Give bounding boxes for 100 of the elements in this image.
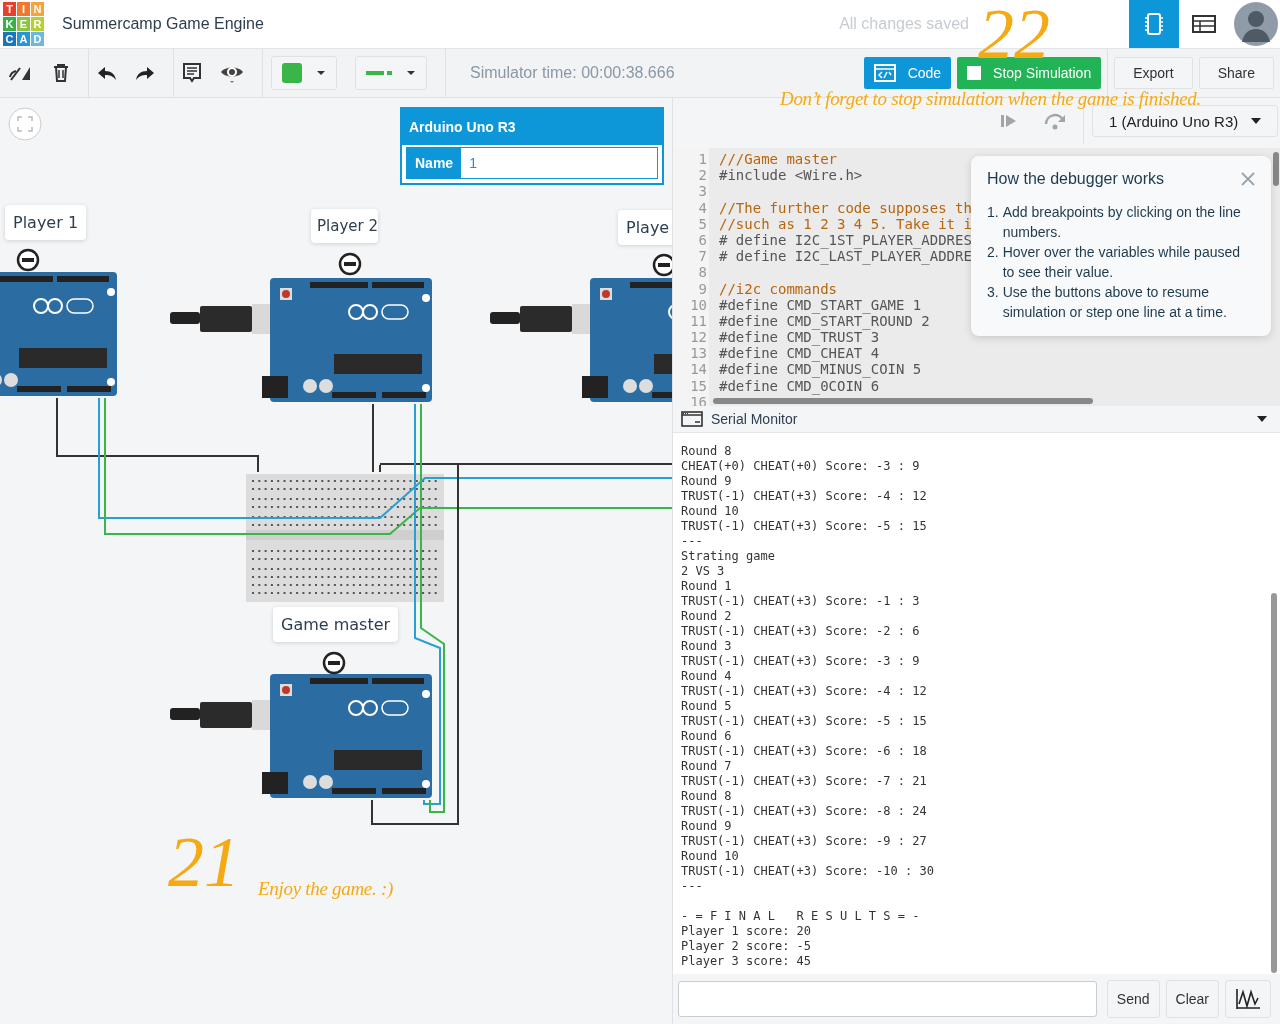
code-comment: ///Game master xyxy=(719,151,837,167)
code-line: #include <Wire.h> xyxy=(719,167,863,184)
serial-line: TRUST(-1) CHEAT(+3) Score: -3 : 9 xyxy=(681,654,921,669)
serial-line: TRUST(-1) CHEAT(+3) Score: -9 : 27 xyxy=(681,834,928,849)
export-button[interactable]: Export xyxy=(1114,57,1193,89)
line-number[interactable]: 7 xyxy=(673,248,709,265)
serial-line: Round 10 xyxy=(681,849,740,864)
serial-line: Strating game xyxy=(681,549,776,564)
logo-letter: N xyxy=(31,2,44,16)
clear-button[interactable]: Clear xyxy=(1165,980,1219,1018)
line-number[interactable]: 4 xyxy=(673,199,709,216)
graph-button[interactable] xyxy=(1225,980,1271,1018)
serial-line: Player 2 score: -5 xyxy=(681,939,813,954)
logo-letter: A xyxy=(17,32,30,46)
serial-line: Round 3 xyxy=(681,639,733,654)
share-button[interactable]: Share xyxy=(1198,57,1274,89)
line-number[interactable]: 15 xyxy=(673,377,709,394)
avatar-icon[interactable] xyxy=(1234,2,1278,46)
line-number[interactable]: 13 xyxy=(673,345,709,362)
serial-line: --- xyxy=(681,879,704,894)
serial-line: Round 4 xyxy=(681,669,733,684)
logo-letter: D xyxy=(31,32,44,46)
line-number[interactable]: 10 xyxy=(673,296,709,313)
code-comment: //i2c commands xyxy=(719,280,837,297)
board-label: Game master xyxy=(273,607,399,642)
wire-style-icon xyxy=(366,70,392,76)
logo-letter: R xyxy=(31,17,44,31)
help-step: Use the buttons above to resume simulation or step one line at a time. xyxy=(1002,282,1255,322)
step-number: 2. xyxy=(987,243,999,262)
line-number[interactable]: 12 xyxy=(673,329,709,346)
serial-line: Round 9 xyxy=(681,819,733,834)
line-number[interactable]: 5 xyxy=(673,215,709,232)
redo-icon[interactable] xyxy=(135,65,155,81)
code-comment: //such as 1 2 3 4 5. Take it i xyxy=(719,215,972,232)
serial-line: TRUST(-1) CHEAT(+3) Score: -5 : 15 xyxy=(681,519,928,534)
code-line: #define CMD_MINUS_COIN 5 xyxy=(719,361,922,378)
serial-line: TRUST(-1) CHEAT(+3) Score: -1 : 3 xyxy=(681,594,921,609)
name-field[interactable]: Name 1 xyxy=(406,147,658,179)
board-label: Player 2 xyxy=(311,209,378,243)
caret-icon[interactable] xyxy=(1257,416,1267,422)
notes-icon[interactable] xyxy=(182,62,202,84)
serial-line: TRUST(-1) CHEAT(+3) Score: -4 : 12 xyxy=(681,684,928,699)
serial-line: TRUST(-1) CHEAT(+3) Score: -7 : 21 xyxy=(681,774,928,789)
line-number[interactable]: 8 xyxy=(673,264,709,281)
line-number[interactable]: 3 xyxy=(673,183,709,200)
send-button[interactable]: Send xyxy=(1106,980,1160,1018)
stop-icon xyxy=(967,66,982,80)
serial-input-field[interactable] xyxy=(678,981,1097,1017)
serial-line: TRUST(-1) CHEAT(+3) Score: -10 : 30 xyxy=(681,864,935,879)
logo-letter: C xyxy=(3,32,16,46)
line-number[interactable]: 9 xyxy=(673,280,709,297)
board-label: Player 1 xyxy=(5,205,87,240)
code-line: # define I2C_LAST_PLAYER_ADDRE xyxy=(719,248,972,265)
line-number[interactable]: 6 xyxy=(673,231,709,249)
trash-icon[interactable] xyxy=(52,63,70,83)
serial-line: TRUST(-1) CHEAT(+3) Score: -6 : 18 xyxy=(681,744,928,759)
code-line: #define CMD_START_ROUND 2 xyxy=(719,312,930,329)
stop-simulation-button[interactable]: Stop Simulation xyxy=(957,57,1102,89)
serial-line: Round 5 xyxy=(681,699,733,714)
help-step: Hover over the variables while paused to see their value. xyxy=(1002,242,1255,282)
code-icon xyxy=(873,64,896,82)
scrollbar[interactable] xyxy=(1271,593,1277,973)
line-number[interactable]: 14 xyxy=(673,361,709,378)
scrollbar[interactable] xyxy=(1273,152,1279,186)
code-editor[interactable] xyxy=(673,148,1280,406)
serial-line: Round 6 xyxy=(681,729,733,744)
help-step: Add breakpoints by clicking on the line numbers. xyxy=(1002,202,1255,242)
caret-icon xyxy=(316,70,326,76)
serial-line: TRUST(-1) CHEAT(+3) Score: -2 : 6 xyxy=(681,624,921,639)
serial-line: Round 2 xyxy=(681,609,733,624)
serial-line: Player 3 score: 45 xyxy=(681,954,813,969)
board-label: Playe xyxy=(618,210,672,245)
code-line: #define CMD_CHEAT 4 xyxy=(719,345,880,362)
code-line: #define CMD_START_GAME 1 xyxy=(719,296,922,313)
line-number[interactable]: 2 xyxy=(673,167,709,184)
step-number: 3. xyxy=(987,283,999,302)
simulator-time: Simulator time: 00:00:38.666 xyxy=(470,64,676,82)
serial-line: Player 1 score: 20 xyxy=(681,924,813,939)
code-line: #define CMD_0COIN 6 xyxy=(719,377,880,394)
step-number: 1. xyxy=(987,203,999,222)
color-dropdown[interactable] xyxy=(271,56,337,90)
scrollbar[interactable] xyxy=(713,398,1093,404)
code-button[interactable]: Code xyxy=(863,57,952,89)
project-title: Summercamp Game Engine xyxy=(62,15,265,33)
logo-letter: I xyxy=(17,2,30,16)
popover-title: How the debugger works xyxy=(987,170,1164,188)
logo-letter: K xyxy=(3,17,16,31)
serial-line: Round 8 xyxy=(681,444,733,459)
serial-monitor-title: Serial Monitor xyxy=(711,411,799,427)
serial-line: TRUST(-1) CHEAT(+3) Score: -8 : 24 xyxy=(681,804,928,819)
caret-icon xyxy=(406,70,416,76)
serial-line: TRUST(-1) CHEAT(+3) Score: -4 : 12 xyxy=(681,489,928,504)
serial-line: - = F I N A L R E S U L T S = - xyxy=(681,909,921,924)
undo-icon[interactable] xyxy=(97,65,117,81)
line-number[interactable]: 11 xyxy=(673,312,709,330)
handwritten-annotation: Enjoy the game. :) xyxy=(258,878,393,900)
line-number[interactable]: 1 xyxy=(673,151,709,168)
code-line: # define I2C_1ST_PLAYER_ADDRES xyxy=(719,231,972,248)
serial-line: --- xyxy=(681,534,704,549)
serial-line: Round 10 xyxy=(681,504,740,519)
